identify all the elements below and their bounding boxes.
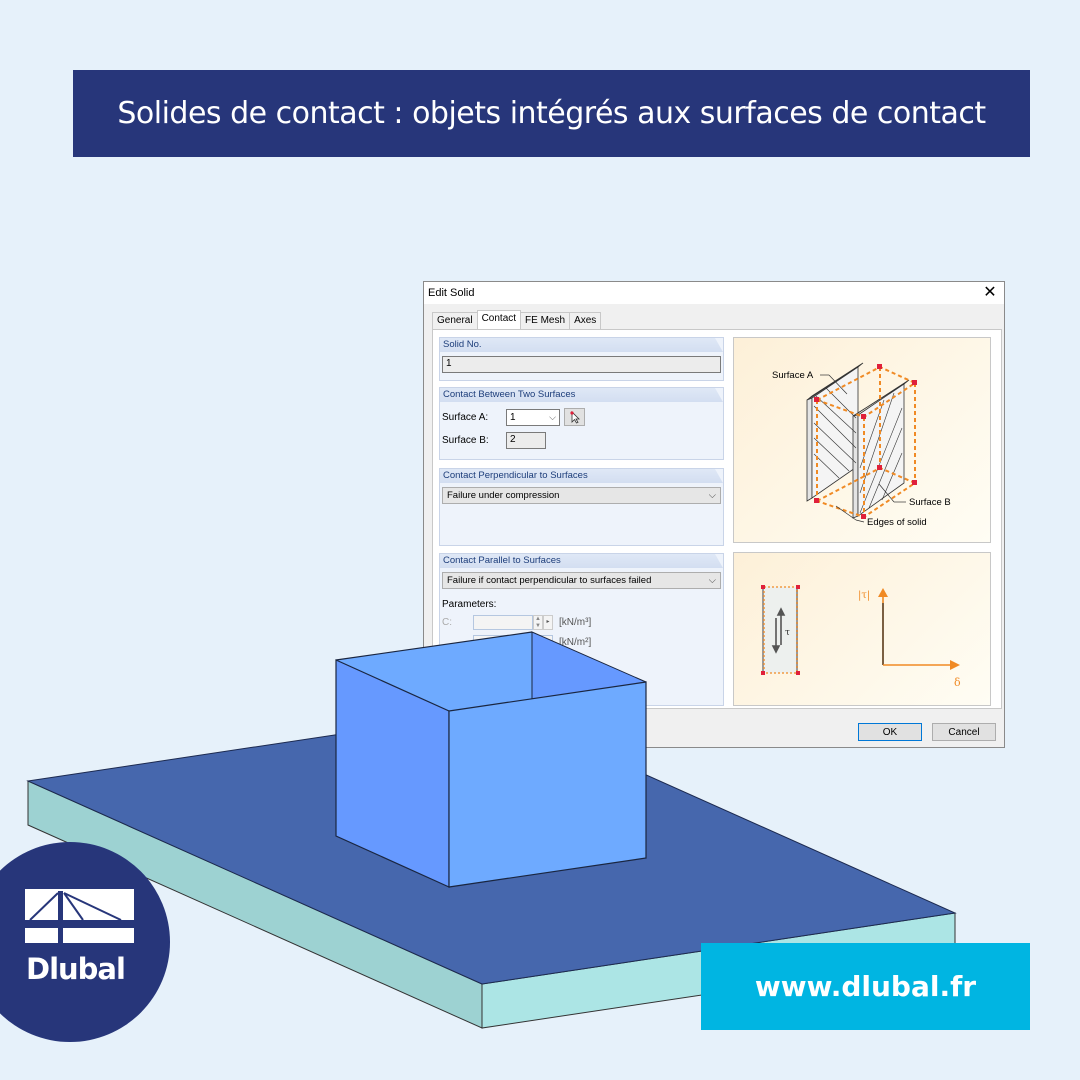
logo-text: Dlubal — [26, 952, 126, 986]
box-front-face — [448, 681, 647, 888]
website-link[interactable]: www.dlubal.fr — [701, 943, 1030, 1030]
bridge-logo-icon — [25, 889, 134, 943]
website-url[interactable]: www.dlubal.fr — [755, 970, 976, 1003]
